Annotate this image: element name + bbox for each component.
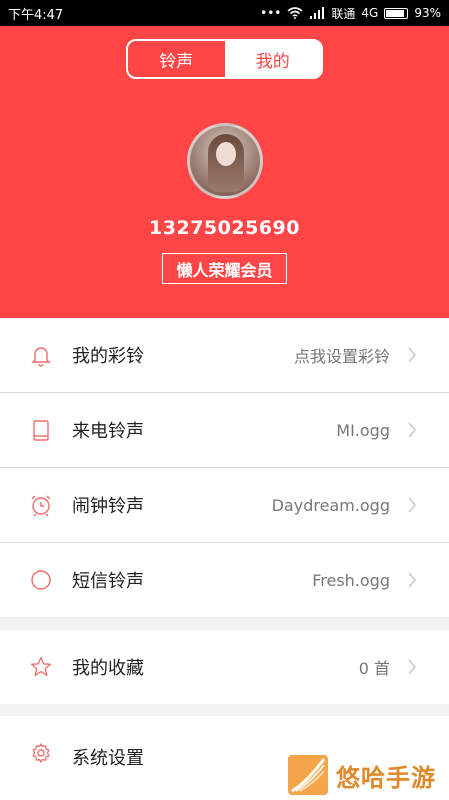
row-label: 我的彩铃 — [72, 346, 144, 367]
battery-icon — [384, 7, 409, 19]
row-value: 0 首 — [358, 659, 390, 678]
battery-percent: 93% — [414, 6, 441, 20]
chevron-right-icon — [408, 659, 416, 675]
row-value: 点我设置彩铃 — [293, 347, 390, 366]
row-my-color-ring[interactable]: 我的彩铃 点我设置彩铃 — [0, 318, 449, 392]
status-time: 下午4:47 — [8, 7, 64, 23]
alarm-clock-icon — [31, 495, 51, 517]
profile-header: 铃声 我的 13275025690 懒人荣耀会员 — [0, 26, 449, 318]
row-alarm-ringtone[interactable]: 闹钟铃声 Daydream.ogg — [0, 468, 449, 542]
tab-mine[interactable]: 我的 — [224, 41, 321, 77]
row-label: 来电铃声 — [72, 421, 144, 442]
wifi-icon — [287, 7, 303, 19]
bell-icon — [31, 347, 51, 367]
row-value: Daydream.ogg — [271, 495, 390, 515]
row-label: 我的收藏 — [72, 658, 144, 679]
avatar[interactable] — [187, 123, 263, 199]
phone-icon — [33, 420, 49, 441]
row-label: 短信铃声 — [72, 571, 144, 592]
chevron-right-icon — [408, 347, 416, 363]
tab-ringtones[interactable]: 铃声 — [128, 41, 225, 77]
row-incoming-ringtone[interactable]: 来电铃声 MI.ogg — [0, 393, 449, 467]
row-label: 系统设置 — [72, 748, 144, 769]
chevron-right-icon — [408, 497, 416, 513]
network-type: 4G — [361, 6, 379, 20]
row-value: MI.ogg — [336, 420, 390, 440]
status-indicators: ••• 联通 4G 93% — [260, 5, 441, 22]
watermark: 悠哈手游 — [284, 750, 449, 800]
segment-control: 铃声 我的 — [126, 39, 323, 79]
chevron-right-icon — [408, 422, 416, 438]
gear-icon — [32, 743, 50, 763]
watermark-text: 悠哈手游 — [336, 763, 436, 792]
row-my-favorites[interactable]: 我的收藏 0 首 — [0, 630, 449, 704]
row-sms-ringtone[interactable]: 短信铃声 Fresh.ogg — [0, 543, 449, 617]
chevron-right-icon — [408, 572, 416, 588]
status-bar: 下午4:47 ••• 联通 4G 93% — [0, 0, 449, 26]
circle-icon — [31, 570, 51, 590]
row-value: Fresh.ogg — [312, 570, 390, 590]
carrier-label: 联通 — [331, 6, 356, 21]
phone-number: 13275025690 — [149, 217, 300, 239]
membership-badge[interactable]: 懒人荣耀会员 — [162, 253, 287, 284]
watermark-logo-icon — [288, 755, 328, 795]
star-icon — [30, 656, 52, 676]
signal-icon — [310, 7, 325, 19]
row-label: 闹钟铃声 — [72, 496, 144, 517]
more-dots-icon: ••• — [260, 6, 282, 20]
